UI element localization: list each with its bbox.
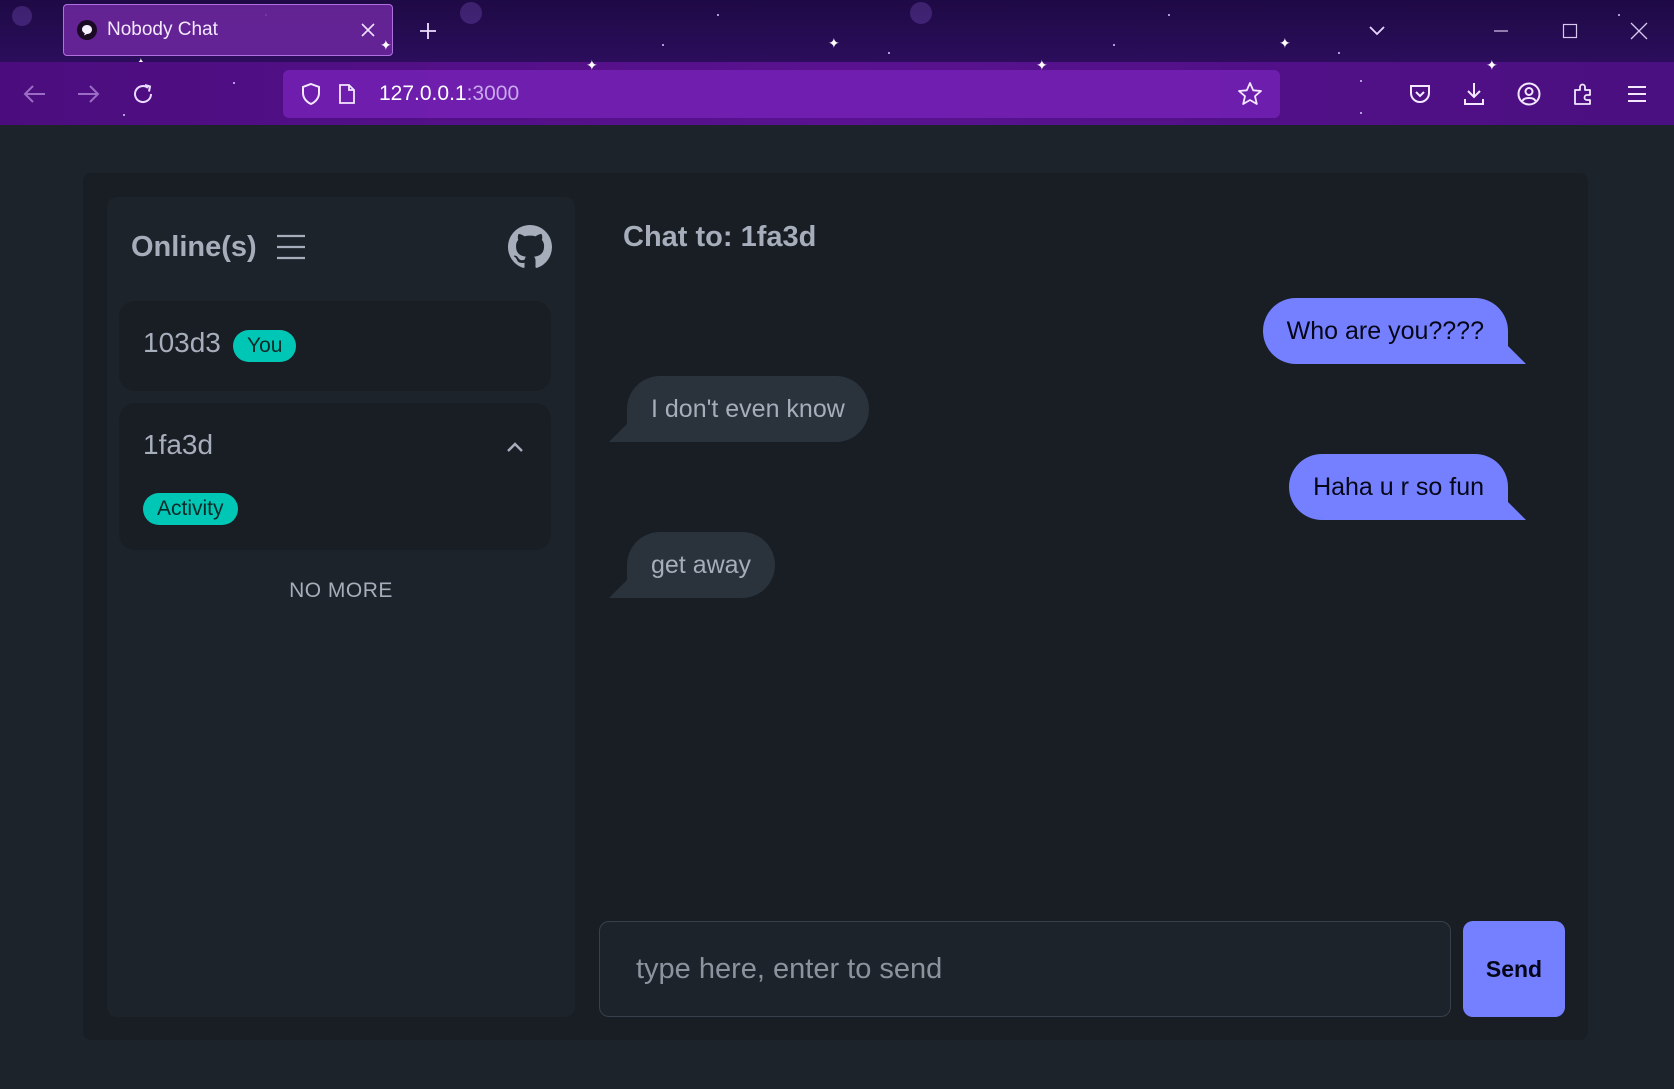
decor-dot (717, 14, 719, 16)
online-users-sidebar: Online(s) 103d3 You 1fa3d Activity NO MO… (107, 197, 575, 1017)
close-tab-icon[interactable] (354, 16, 382, 44)
download-icon (1464, 83, 1484, 105)
message-bubble-incoming: I don't even know (627, 376, 869, 442)
decor-dot (1113, 44, 1115, 46)
activity-badge[interactable]: Activity (143, 493, 238, 525)
message-input[interactable] (599, 921, 1451, 1017)
decor-dot (1360, 112, 1362, 114)
bubble-tail (609, 424, 627, 442)
plus-icon (420, 23, 436, 39)
decor-dot (888, 52, 890, 54)
chevron-down-icon (1369, 26, 1385, 36)
maximize-icon (1562, 23, 1578, 39)
user-name: 103d3 (143, 327, 221, 358)
message-bubble-outgoing: Haha u r so fun (1289, 454, 1508, 520)
account-button[interactable] (1511, 76, 1547, 112)
decor-dot (1338, 52, 1340, 54)
new-tab-button[interactable] (413, 14, 443, 48)
user-name: 1fa3d (143, 429, 214, 460)
pocket-button[interactable] (1402, 76, 1438, 112)
message-bubble-incoming: get away (627, 532, 776, 598)
decor-dot (1168, 14, 1170, 16)
bubble-tail (1508, 502, 1526, 520)
decor-dot (12, 6, 32, 26)
bubble-tail (609, 580, 627, 598)
url-host: 127.0.0.1 (379, 82, 467, 105)
decor-star: ✦ (1486, 57, 1498, 73)
send-button[interactable]: Send (1463, 921, 1565, 1017)
chat-app: Online(s) 103d3 You 1fa3d Activity NO MO… (83, 173, 1588, 1040)
github-icon[interactable] (507, 224, 553, 270)
chevron-up-icon[interactable] (501, 433, 529, 461)
arrow-right-icon (78, 85, 100, 103)
decor-star: ✦ (828, 35, 840, 51)
chat-title: Chat to: 1fa3d (623, 221, 817, 253)
decor-star: ✦ (380, 37, 392, 53)
sidebar-header: Online(s) (131, 219, 553, 275)
address-bar[interactable]: 127.0.0.1:3000 (283, 70, 1280, 118)
decor-dot (233, 82, 235, 84)
decor-dot (123, 114, 125, 116)
url-port: :3000 (466, 82, 520, 105)
shield-icon[interactable] (293, 76, 329, 112)
pocket-icon (1410, 85, 1430, 104)
menu-icon[interactable] (275, 231, 307, 263)
user-card-self[interactable]: 103d3 You (119, 301, 551, 391)
bubble-tail (1508, 346, 1526, 364)
reload-button[interactable] (125, 76, 161, 112)
hamburger-menu-icon (1628, 86, 1646, 102)
maximize-button[interactable] (1553, 14, 1587, 48)
browser-chrome: ✦ ✦ Nobody Chat ✦ ✦ ✦ ✦ 127.0.0.1:3000 (0, 0, 1674, 125)
decor-star: ✦ (1279, 35, 1291, 51)
you-badge: You (233, 330, 297, 362)
close-icon (1630, 22, 1648, 40)
arrow-left-icon (23, 85, 45, 103)
minimize-button[interactable] (1484, 14, 1518, 48)
app-menu-button[interactable] (1619, 76, 1655, 112)
decor-dot (910, 2, 932, 24)
close-window-button[interactable] (1622, 14, 1656, 48)
tab-bar: ✦ ✦ Nobody Chat ✦ ✦ (0, 0, 1674, 70)
decor-dot (1618, 14, 1620, 16)
page-icon[interactable] (329, 76, 365, 112)
account-icon (1517, 82, 1541, 106)
reload-icon (134, 84, 153, 103)
back-button[interactable] (17, 76, 53, 112)
extensions-button[interactable] (1565, 76, 1601, 112)
browser-tab-active[interactable]: Nobody Chat (63, 4, 393, 56)
chat-bubble-icon (77, 20, 97, 40)
forward-button[interactable] (70, 76, 106, 112)
downloads-button[interactable] (1456, 76, 1492, 112)
end-of-list-text: NO MORE (289, 579, 393, 602)
url-text: 127.0.0.1:3000 (379, 82, 519, 106)
decor-dot (460, 2, 482, 24)
user-card-1fa3d[interactable]: 1fa3d Activity (119, 403, 551, 550)
list-all-tabs-button[interactable] (1362, 16, 1392, 46)
message-bubble-outgoing: Who are you???? (1262, 298, 1508, 364)
online-title: Online(s) (131, 230, 257, 263)
tab-title: Nobody Chat (107, 19, 218, 40)
puzzle-icon (1574, 83, 1591, 105)
decor-dot (662, 44, 664, 46)
minimize-icon (1494, 30, 1508, 32)
star-icon[interactable] (1232, 76, 1268, 112)
decor-dot (1360, 80, 1362, 82)
